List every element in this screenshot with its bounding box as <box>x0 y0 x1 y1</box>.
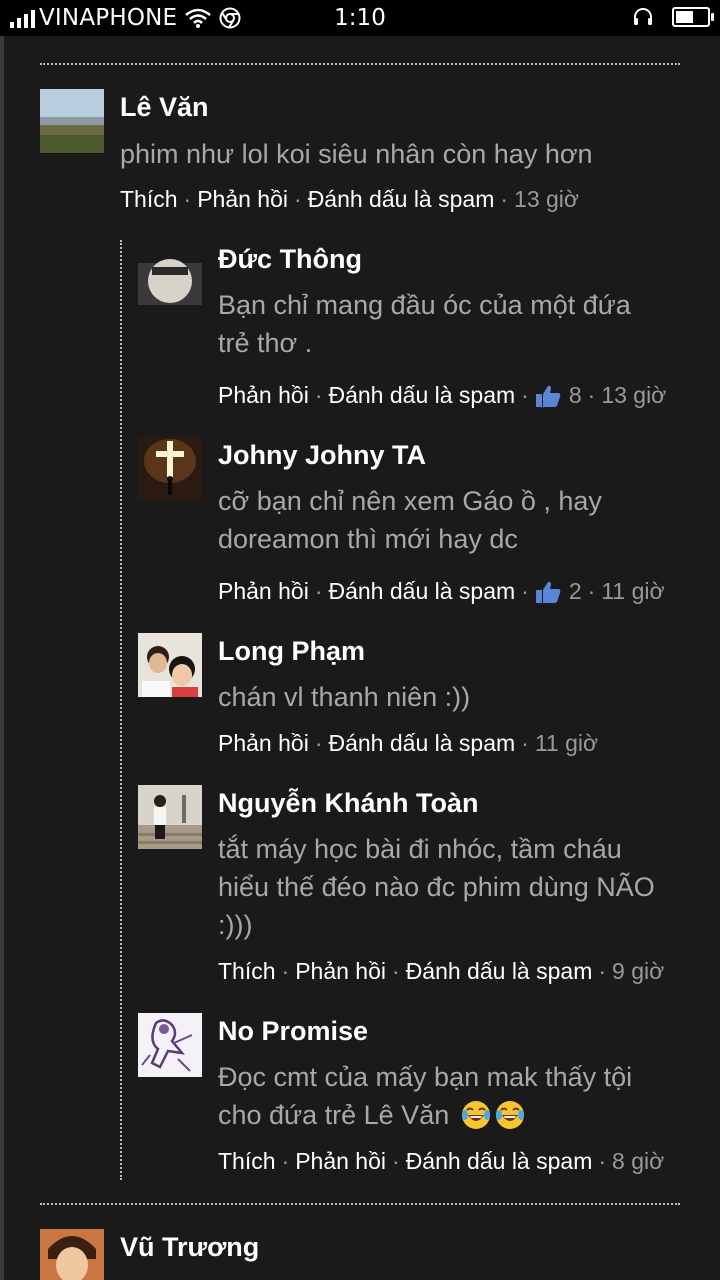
like-button[interactable]: Thích <box>120 186 178 213</box>
divider <box>40 1203 680 1205</box>
comment-text: Bạn chỉ mang đầu óc của một đứa trẻ thơ … <box>218 290 631 358</box>
comment-actions: Thích · Phản hồi · Đánh dấu là spam · 13… <box>120 186 580 213</box>
status-bar: VINAPHONE 1:10 <box>0 0 720 36</box>
like-button[interactable]: Thích <box>218 1148 276 1175</box>
comment-author[interactable]: Nguyễn Khánh Toàn <box>218 788 479 819</box>
comment-actions: Thích · Phản hồi · Đánh dấu là spam · 9 … <box>218 958 665 985</box>
battery-icon <box>672 7 714 27</box>
timestamp[interactable]: 8 giờ <box>612 1148 664 1175</box>
comment-text: chán vl thanh niên :)) <box>218 682 471 712</box>
laughing-tears-emoji-icon <box>495 1101 524 1129</box>
spam-button[interactable]: Đánh dấu là spam <box>328 578 515 605</box>
comment-text: tắt máy học bài đi nhóc, tầm cháu hiểu t… <box>218 834 655 940</box>
comment-author[interactable]: Vũ Trương <box>120 1232 259 1263</box>
avatar[interactable] <box>40 1229 104 1280</box>
timestamp[interactable]: 9 giờ <box>612 958 664 985</box>
spam-button[interactable]: Đánh dấu là spam <box>328 382 515 409</box>
comment-text: Đọc cmt của mấy bạn mak thấy tội cho đứa… <box>218 1062 633 1130</box>
thumbs-up-icon <box>535 385 561 407</box>
comment-author[interactable]: Long Phạm <box>218 636 365 667</box>
comment-author[interactable]: No Promise <box>218 1016 368 1047</box>
comment-author[interactable]: Đức Thông <box>218 244 362 275</box>
thumbs-up-icon <box>535 581 561 603</box>
reply-button[interactable]: Phản hồi <box>218 578 309 605</box>
avatar[interactable] <box>138 1013 202 1077</box>
reply-thread-line <box>120 240 122 1180</box>
reply-button[interactable]: Phản hồi <box>295 1148 386 1175</box>
left-edge <box>0 36 4 1280</box>
timestamp[interactable]: 11 giờ <box>535 730 598 757</box>
like-count: 2 <box>568 578 582 604</box>
timestamp[interactable]: 13 giờ <box>601 382 666 409</box>
clock: 1:10 <box>334 5 386 31</box>
avatar[interactable] <box>138 633 202 697</box>
timestamp[interactable]: 11 giờ <box>601 578 664 605</box>
spam-button[interactable]: Đánh dấu là spam <box>406 958 593 985</box>
divider <box>40 63 680 65</box>
reply-button[interactable]: Phản hồi <box>295 958 386 985</box>
like-button[interactable]: Thích <box>218 958 276 985</box>
comment-actions: Phản hồi · Đánh dấu là spam · 2 · 11 giờ <box>218 578 665 605</box>
spam-button[interactable]: Đánh dấu là spam <box>308 186 495 213</box>
comment-actions: Phản hồi · Đánh dấu là spam · 11 giờ <box>218 730 599 757</box>
comment-author[interactable]: Johny Johny TA <box>218 440 426 471</box>
comment-author[interactable]: Lê Văn <box>120 92 209 123</box>
timestamp[interactable]: 13 giờ <box>514 186 579 213</box>
like-count: 8 <box>568 382 582 408</box>
comment-text: phim như lol koi siêu nhân còn hay hơn <box>120 139 593 169</box>
avatar[interactable] <box>138 241 202 305</box>
comment-actions: Thích · Phản hồi · Đánh dấu là spam · 8 … <box>218 1148 665 1175</box>
spam-button[interactable]: Đánh dấu là spam <box>328 730 515 757</box>
avatar[interactable] <box>40 89 104 153</box>
avatar[interactable] <box>138 437 202 501</box>
headset-icon <box>634 8 652 25</box>
comment-text: cỡ bạn chỉ nên xem Gáo ồ , hay doreamon … <box>218 486 602 554</box>
reply-button[interactable]: Phản hồi <box>218 730 309 757</box>
comment-actions: Phản hồi · Đánh dấu là spam · 8 · 13 giờ <box>218 382 667 409</box>
laughing-tears-emoji-icon <box>461 1101 490 1129</box>
reply-button[interactable]: Phản hồi <box>197 186 288 213</box>
avatar[interactable] <box>138 785 202 849</box>
reply-button[interactable]: Phản hồi <box>218 382 309 409</box>
spam-button[interactable]: Đánh dấu là spam <box>406 1148 593 1175</box>
